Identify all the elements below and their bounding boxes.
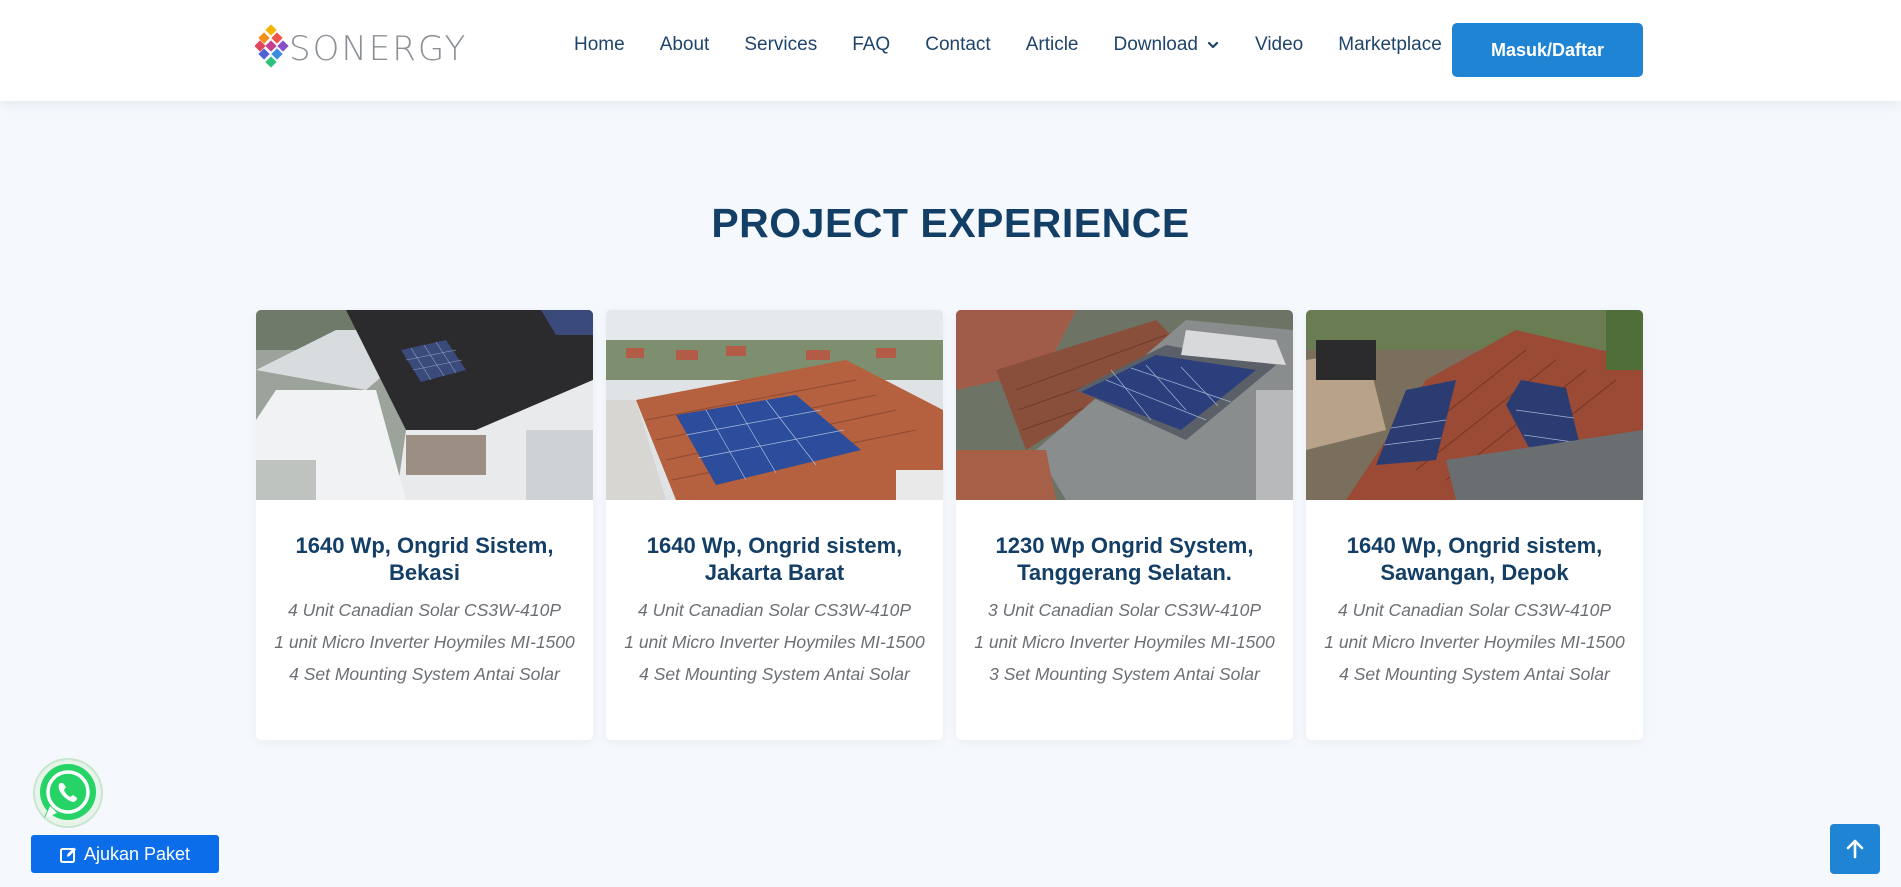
sonergy-logo[interactable]: SONERGY xyxy=(255,24,467,74)
project-detail: 3 Unit Canadian Solar CS3W-410P xyxy=(987,600,1262,620)
project-detail: 1 unit Micro Inverter Hoymiles MI-1500 xyxy=(624,632,925,652)
project-photo xyxy=(606,310,943,500)
nav-home[interactable]: Home xyxy=(574,34,625,56)
nav-marketplace[interactable]: Marketplace xyxy=(1338,34,1442,56)
nav-contact[interactable]: Contact xyxy=(925,34,990,56)
project-photo xyxy=(1306,310,1643,500)
project-card[interactable]: 1640 Wp, Ongrid Sistem, Bekasi 4 Unit Ca… xyxy=(256,310,593,740)
site-header: SONERGY Home About Services FAQ Contact … xyxy=(0,0,1901,101)
main-nav: Home About Services FAQ Contact Article … xyxy=(574,34,1477,56)
project-card[interactable]: 1640 Wp, Ongrid sistem, Jakarta Barat 4 … xyxy=(606,310,943,740)
brand-name: SONERGY xyxy=(289,29,468,69)
project-detail: 4 Set Mounting System Antai Solar xyxy=(1339,664,1610,684)
nav-video[interactable]: Video xyxy=(1255,34,1303,56)
project-title: 1640 Wp, Ongrid Sistem, Bekasi xyxy=(295,533,554,585)
project-title: 1640 Wp, Ongrid sistem, Sawangan, Depok xyxy=(1346,533,1603,585)
nav-about[interactable]: About xyxy=(660,34,710,56)
edit-icon xyxy=(59,847,76,863)
project-cards: 1640 Wp, Ongrid Sistem, Bekasi 4 Unit Ca… xyxy=(256,310,1643,740)
project-title: 1230 Wp Ongrid System, Tanggerang Selata… xyxy=(995,533,1254,585)
project-detail: 4 Unit Canadian Solar CS3W-410P xyxy=(287,600,562,620)
nav-article[interactable]: Article xyxy=(1026,34,1079,56)
project-photo xyxy=(956,310,1293,500)
nav-download-label: Download xyxy=(1113,34,1199,55)
project-card[interactable]: 1230 Wp Ongrid System, Tanggerang Selata… xyxy=(956,310,1293,740)
logo-mark-icon xyxy=(255,24,289,68)
project-detail: 4 Unit Canadian Solar CS3W-410P xyxy=(637,600,912,620)
project-detail: 3 Set Mounting System Antai Solar xyxy=(989,664,1260,684)
apply-package-label: Ajukan Paket xyxy=(83,843,191,864)
project-detail: 4 Set Mounting System Antai Solar xyxy=(639,664,910,684)
project-detail: 1 unit Micro Inverter Hoymiles MI-1500 xyxy=(1324,632,1625,652)
project-photo xyxy=(256,310,593,500)
project-detail: 4 Set Mounting System Antai Solar xyxy=(289,664,560,684)
nav-faq[interactable]: FAQ xyxy=(852,34,890,56)
apply-package-button[interactable]: Ajukan Paket xyxy=(31,835,219,873)
project-detail: 1 unit Micro Inverter Hoymiles MI-1500 xyxy=(974,632,1275,652)
nav-download[interactable]: Download xyxy=(1114,34,1221,56)
nav-services[interactable]: Services xyxy=(744,34,817,56)
project-card[interactable]: 1640 Wp, Ongrid sistem, Sawangan, Depok … xyxy=(1306,310,1643,740)
section-title: PROJECT EXPERIENCE xyxy=(711,200,1190,246)
login-register-button[interactable]: Masuk/Daftar xyxy=(1452,23,1643,77)
project-title: 1640 Wp, Ongrid sistem, Jakarta Barat xyxy=(646,533,903,585)
chevron-down-icon xyxy=(1207,41,1219,49)
project-detail: 1 unit Micro Inverter Hoymiles MI-1500 xyxy=(274,632,575,652)
whatsapp-icon[interactable] xyxy=(32,758,104,830)
arrow-up-icon xyxy=(1846,839,1864,859)
project-detail: 4 Unit Canadian Solar CS3W-410P xyxy=(1337,600,1612,620)
back-to-top-button[interactable] xyxy=(1830,824,1880,874)
